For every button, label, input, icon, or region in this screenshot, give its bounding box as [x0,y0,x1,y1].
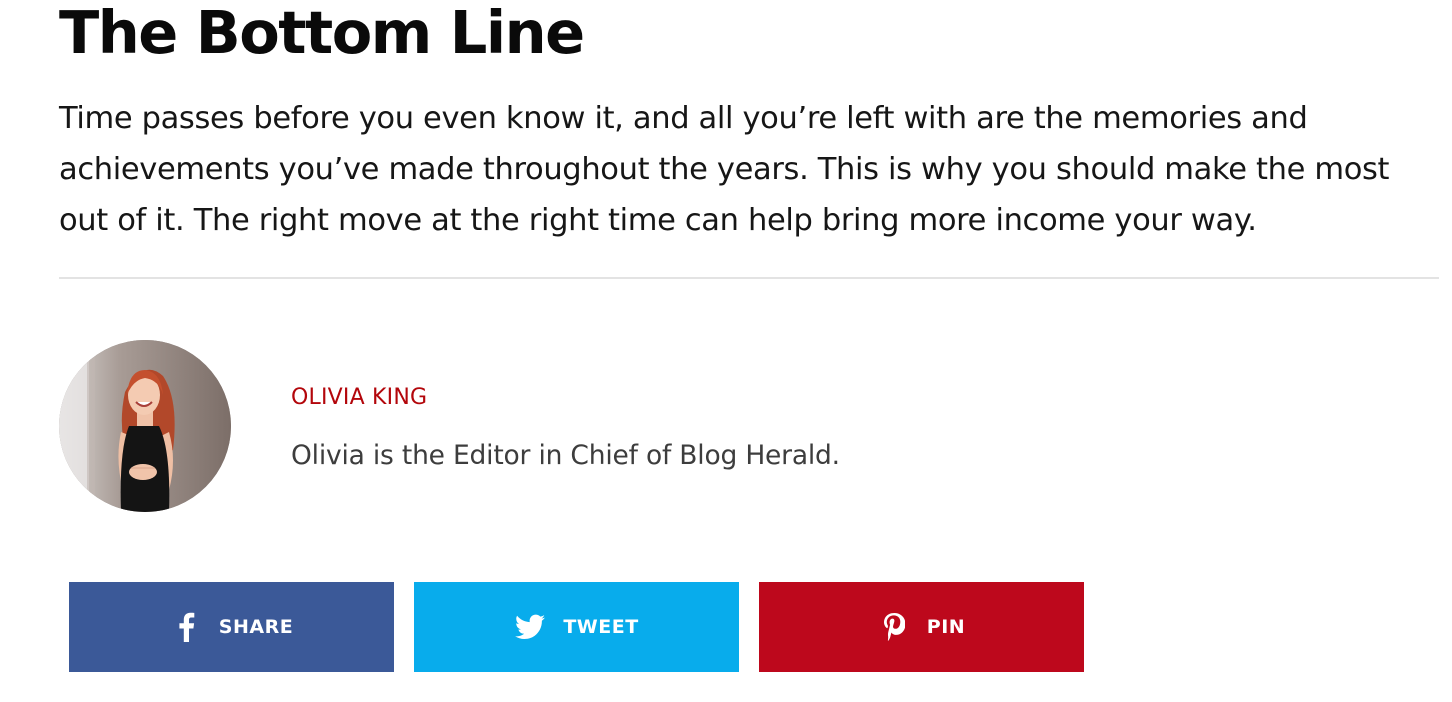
author-bio: Olivia is the Editor in Chief of Blog He… [291,440,840,471]
twitter-icon [514,611,546,643]
twitter-tweet-label: TWEET [563,616,639,638]
twitter-tweet-button[interactable]: TWEET [414,582,739,672]
pinterest-icon [878,611,910,643]
divider [59,277,1439,279]
section-body-text: Time passes before you even know it, and… [59,101,1390,238]
pinterest-pin-button[interactable]: PIN [759,582,1084,672]
facebook-share-button[interactable]: SHARE [69,582,394,672]
section-title: The Bottom Line [59,0,585,67]
author-name[interactable]: OLIVIA KING [291,381,427,415]
facebook-icon [170,611,202,643]
pinterest-pin-label: PIN [926,616,966,638]
facebook-share-label: SHARE [218,616,294,638]
author-avatar [59,340,231,512]
